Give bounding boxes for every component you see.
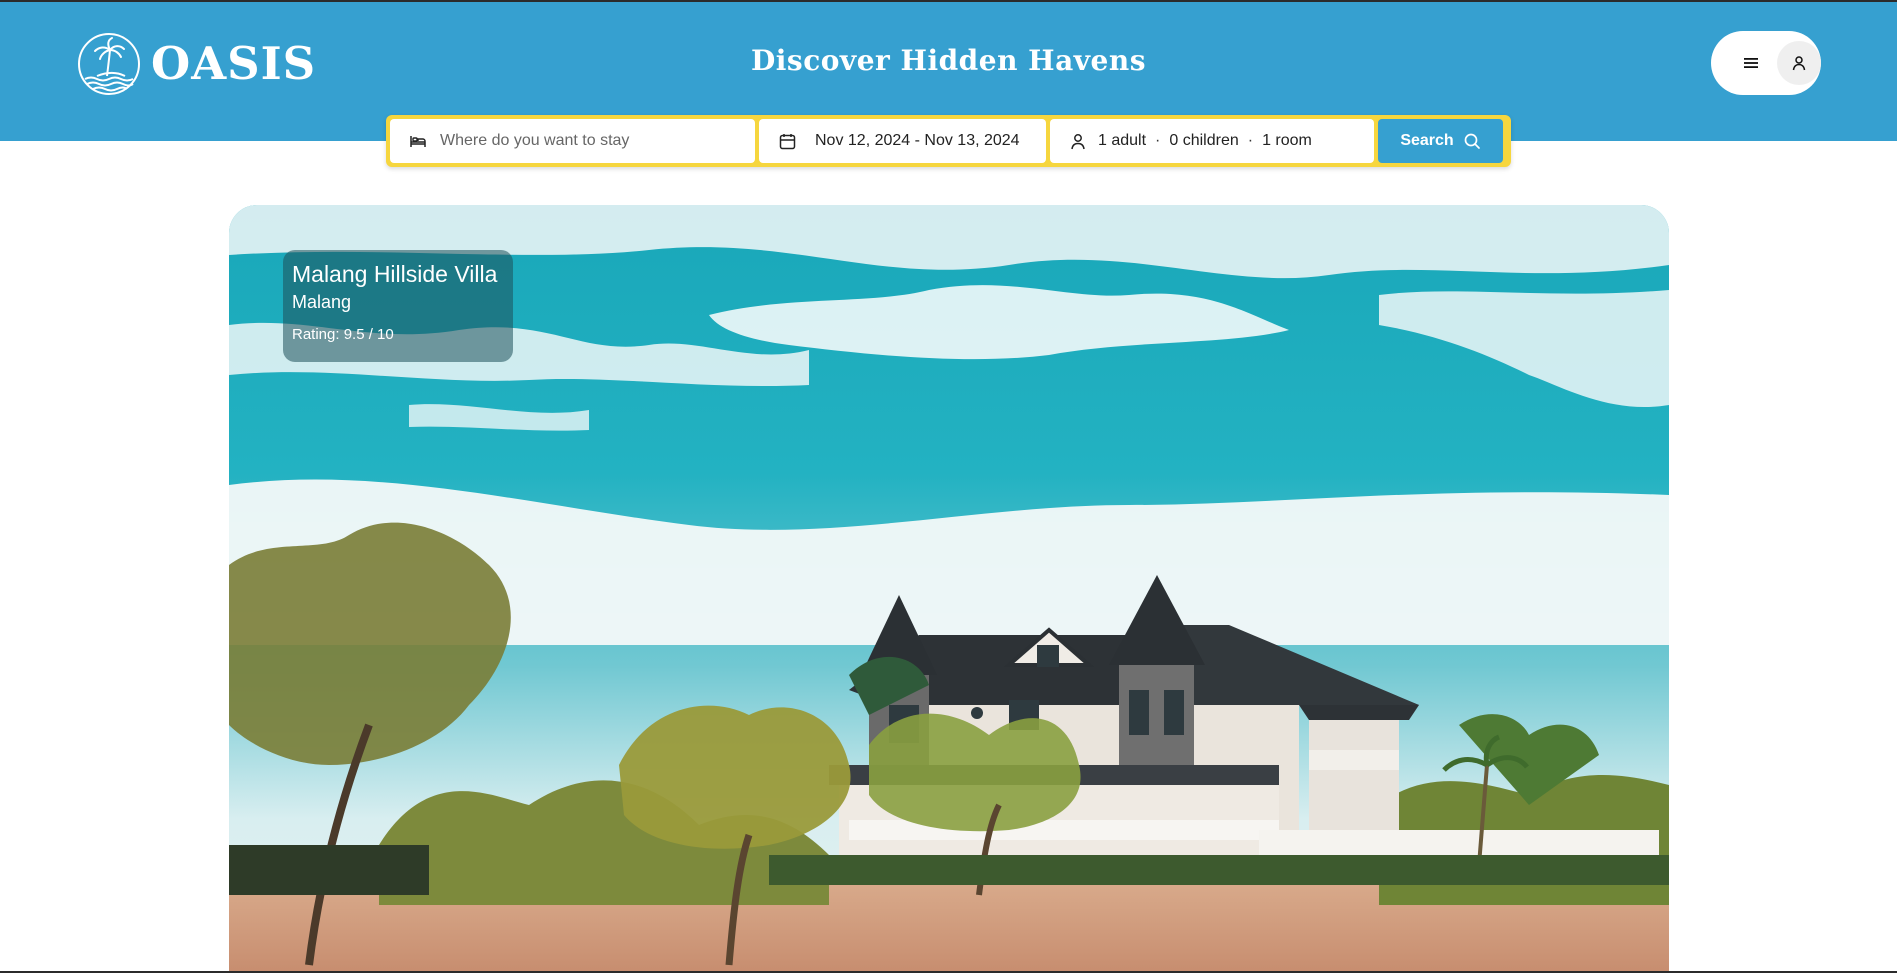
search-icon (1464, 133, 1480, 149)
separator-dot: · (1247, 132, 1254, 149)
rooms-value: 1 room (1262, 132, 1312, 149)
children-value: 0 children (1169, 132, 1239, 149)
hamburger-menu-icon (1744, 58, 1758, 68)
adults-value: 1 adult (1098, 132, 1147, 149)
menu-button[interactable] (1731, 43, 1771, 83)
date-range-field[interactable]: Nov 12, 2024 - Nov 13, 2024 (759, 119, 1046, 163)
profile-button[interactable] (1777, 41, 1821, 85)
search-button-label: Search (1400, 132, 1454, 149)
user-menu-pill[interactable] (1711, 31, 1821, 95)
calendar-icon (777, 131, 797, 151)
person-icon (1068, 131, 1088, 151)
search-button[interactable]: Search (1378, 119, 1503, 163)
date-range-value: Nov 12, 2024 - Nov 13, 2024 (815, 132, 1020, 149)
destination-input[interactable] (440, 132, 740, 150)
page-title: Discover Hidden Havens (751, 44, 1146, 77)
featured-property-hero[interactable]: Malang Hillside Villa Malang Rating: 9.5… (229, 205, 1669, 973)
property-info-card[interactable]: Malang Hillside Villa Malang Rating: 9.5… (283, 250, 513, 362)
destination-field[interactable] (390, 119, 755, 163)
search-bar: Nov 12, 2024 - Nov 13, 2024 1 adult · 0 … (386, 115, 1511, 167)
property-rating: Rating: 9.5 / 10 (292, 326, 394, 343)
user-icon (1792, 56, 1806, 71)
guests-rooms-field[interactable]: 1 adult · 0 children · 1 room (1050, 119, 1374, 163)
bed-icon (408, 131, 428, 151)
property-city: Malang (292, 292, 352, 312)
separator-dot: · (1155, 132, 1161, 149)
property-name: Malang Hillside Villa (292, 261, 498, 287)
